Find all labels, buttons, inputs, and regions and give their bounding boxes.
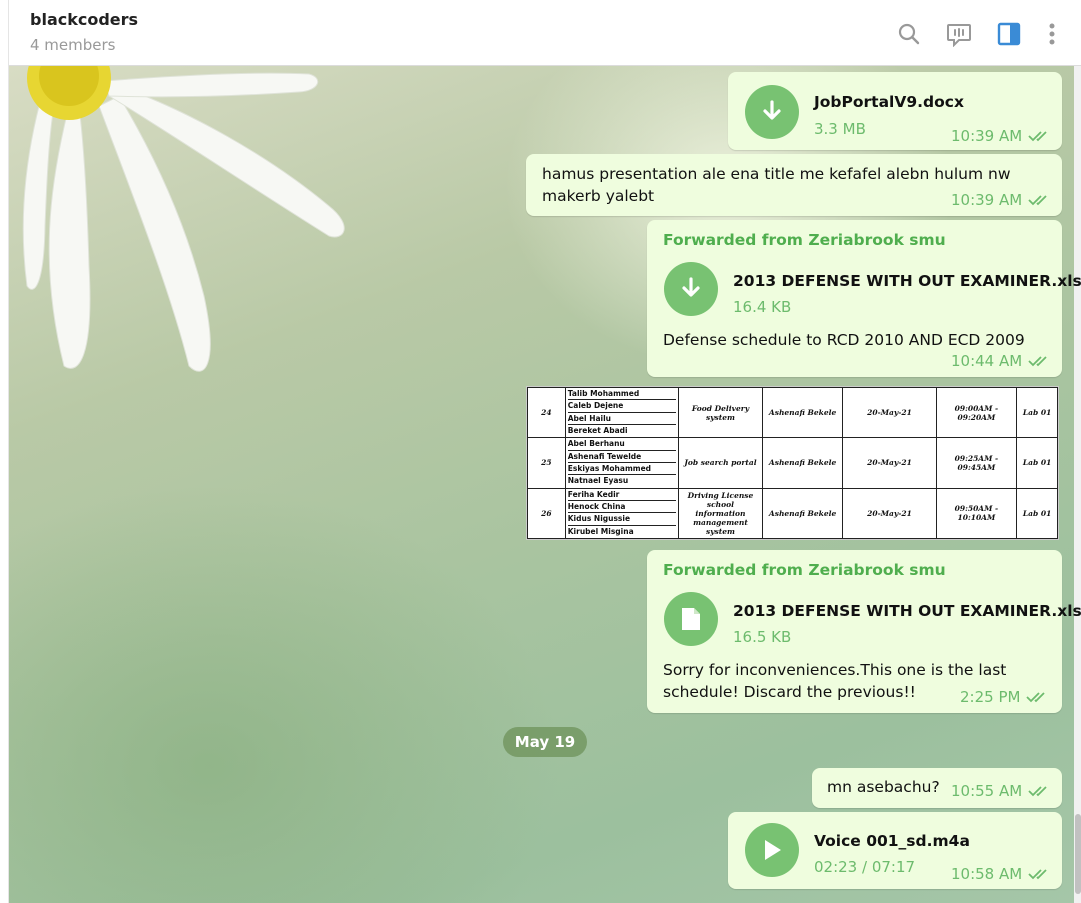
voice-message[interactable]: Voice 001_sd.m4a 02:23 / 07:17 10:58 AM [728,812,1062,889]
message-time: 10:58 AM [951,865,1023,883]
file-message[interactable]: JobPortalV9.docx 3.3 MB 10:39 AM [728,72,1062,150]
member-name: Caleb Dejene [567,400,677,413]
chat-header[interactable]: blackcoders 4 members [9,0,1081,66]
schedule-time: 09:25AM - 09:45AM [935,437,1018,489]
message-text-line: hamus presentation ale ena title me kefa… [542,165,1011,183]
schedule-table: 24 Talib Mohammed Caleb Dejene Abel Hailu Be… [527,387,1058,539]
sidebar-toggle-icon[interactable] [992,17,1026,51]
schedule-row: 25 Abel Berhanu Ashenafi Tewelde Eskiyas Mo… [527,437,1058,489]
chat-window: blackcoders 4 members JobPortalV9.docx 3… [8,0,1081,903]
double-check-icon [1028,786,1047,797]
member-name: Abel Berhanu [567,438,677,451]
document-icon[interactable] [664,592,718,646]
scrollbar[interactable] [1074,66,1081,903]
message-text: mn asebachu? [827,778,940,796]
schedule-room: Lab 01 [1016,387,1058,439]
double-check-icon [1028,131,1047,142]
schedule-room: Lab 01 [1016,437,1058,489]
schedule-member-names: Talib Mohammed Caleb Dejene Abel Hailu Bere… [564,387,680,439]
more-options-icon[interactable] [1035,17,1069,51]
member-count[interactable]: 4 members [30,36,116,54]
member-name: Eskiyas Mohammed [567,463,677,476]
member-name: Ashenafi Tewelde [567,451,677,463]
message-meta: 10:58 AM [951,865,1050,883]
member-name: Kirubel Misgina [567,526,634,536]
member-name: Talib Mohammed [567,388,677,401]
schedule-advisor: Ashenafi Bekele [761,437,844,489]
member-name: Abel Hailu [567,413,677,425]
play-icon[interactable] [745,823,799,877]
file-caption-line: schedule! Discard the previous!! [663,683,916,701]
double-check-icon [1028,869,1047,880]
voice-file-name[interactable]: Voice 001_sd.m4a [814,832,970,850]
double-check-icon [1026,692,1046,703]
scrollbar-thumb[interactable] [1075,814,1081,894]
message-time: 10:39 AM [951,127,1023,145]
schedule-advisor: Ashenafi Bekele [761,487,844,539]
member-name: Bereket Abadi [567,425,628,435]
schedule-group-number: 26 [527,487,566,539]
search-icon[interactable] [892,17,926,51]
schedule-time: 09:50AM - 10:10AM [935,487,1018,539]
schedule-advisor: Ashenafi Bekele [761,387,844,439]
download-icon[interactable] [664,262,718,316]
forwarded-file-message[interactable]: Forwarded from Zeriabrook smu 2013 DEFEN… [647,550,1081,713]
message-time: 2:25 PM [960,688,1021,706]
schedule-row: 24 Talib Mohammed Caleb Dejene Abel Hailu Be… [527,387,1058,439]
download-icon[interactable] [745,85,799,139]
schedule-photo[interactable]: 24 Talib Mohammed Caleb Dejene Abel Hailu Be… [526,386,1059,540]
file-caption: Defense schedule to RCD 2010 AND ECD 200… [663,331,1025,349]
forwarded-from[interactable]: Forwarded from Zeriabrook smu [663,231,946,249]
message-time: 10:39 AM [951,191,1023,209]
message-time: 10:44 AM [951,352,1023,370]
forwarded-from[interactable]: Forwarded from Zeriabrook smu [663,561,946,579]
message-meta: 2:25 PM [960,688,1048,706]
date-separator: May 19 [503,727,587,757]
double-check-icon [1028,356,1047,367]
file-size: 16.4 KB [733,298,792,316]
schedule-member-names: Feriha Kedir Henock China Kidus Nigussie Ki… [564,487,680,539]
forwarded-file-message[interactable]: Forwarded from Zeriabrook smu 2013 DEFEN… [647,220,1081,377]
schedule-date: 20-May-21 [842,437,937,489]
voice-chat-icon[interactable] [942,17,976,51]
file-caption-line: Sorry for inconveniences.This one is the… [663,661,1007,679]
file-name[interactable]: JobPortalV9.docx [814,93,964,111]
chat-title[interactable]: blackcoders [30,10,138,29]
member-name: Kidus Nigussie [567,513,677,526]
schedule-row: 26 Feriha Kedir Henock China Kidus Nigussie… [527,487,1058,539]
member-name: Henock China [567,501,677,514]
schedule-date: 20-May-21 [842,487,937,539]
double-check-icon [1028,195,1047,206]
message-time: 10:55 AM [951,782,1023,800]
schedule-date: 20-May-21 [842,387,937,439]
schedule-project: Job search portal [678,437,763,489]
file-name[interactable]: 2013 DEFENSE WITH OUT EXAMINER.xlsx [733,272,1081,290]
message-meta: 10:55 AM [951,782,1050,800]
file-name[interactable]: 2013 DEFENSE WITH OUT EXAMINER.xlsx [733,602,1081,620]
voice-progress: 02:23 / 07:17 [814,858,916,876]
message-meta: 10:39 AM [951,191,1050,209]
schedule-time: 09:00AM - 09:20AM [935,387,1018,439]
schedule-project: Driving License school information manag… [678,487,763,539]
schedule-project: Food Delivery system [678,387,763,439]
text-message[interactable]: hamus presentation ale ena title me kefa… [526,154,1062,216]
text-message[interactable]: mn asebachu? 10:55 AM [812,768,1062,808]
schedule-member-names: Abel Berhanu Ashenafi Tewelde Eskiyas Moha… [564,437,680,489]
member-name: Feriha Kedir [567,489,677,502]
message-text-line: makerb yalebt [542,187,655,205]
file-size: 16.5 KB [733,628,792,646]
schedule-group-number: 25 [527,437,566,489]
member-name: Natnael Eyasu [567,476,629,486]
schedule-group-number: 24 [527,387,566,439]
message-meta: 10:44 AM [951,352,1050,370]
schedule-room: Lab 01 [1016,487,1058,539]
message-meta: 10:39 AM [951,127,1050,145]
file-size: 3.3 MB [814,120,866,138]
